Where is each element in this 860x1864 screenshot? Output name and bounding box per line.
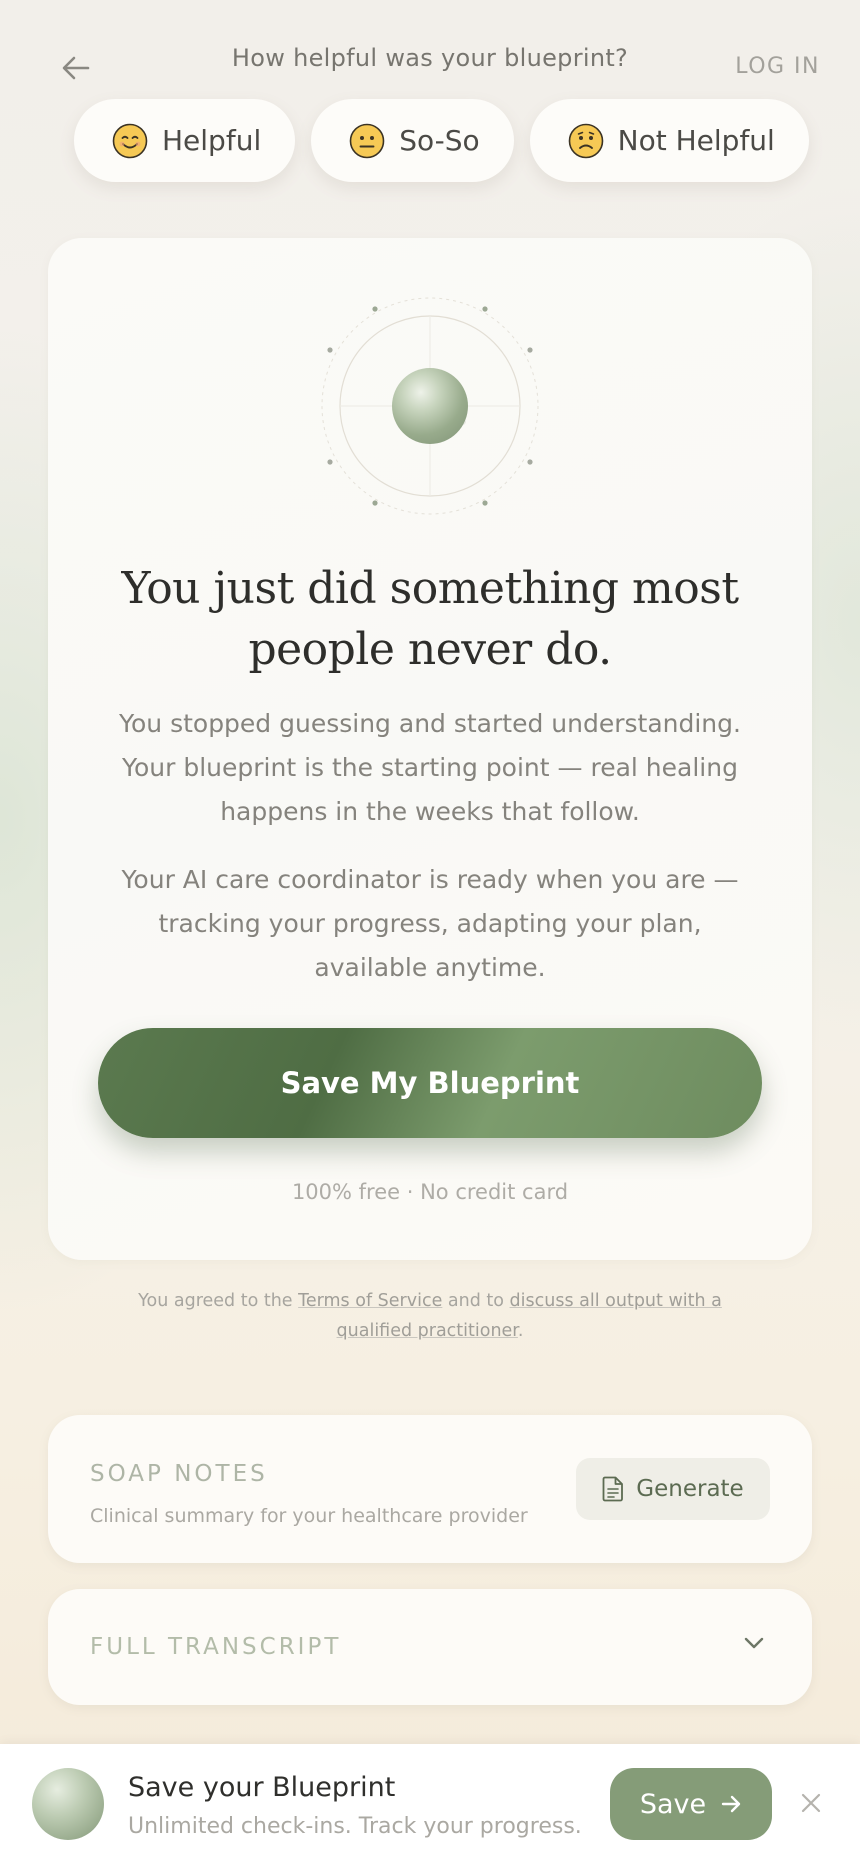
- arrow-right-icon: [721, 1795, 741, 1813]
- terms-prefix: You agreed to the: [138, 1291, 299, 1311]
- orb-illustration: [320, 296, 540, 516]
- feedback-options: Helpful So-So Not Helpful: [74, 99, 809, 182]
- document-icon: [602, 1476, 624, 1502]
- card-body-paragraph-1: You stopped guessing and started underst…: [119, 709, 741, 826]
- terms-of-service-link[interactable]: Terms of Service: [298, 1291, 442, 1311]
- save-banner: Save your Blueprint Unlimited check-ins.…: [0, 1744, 860, 1864]
- feedback-question: How helpful was your blueprint?: [231, 44, 629, 72]
- soap-notes-title: SOAP NOTES: [90, 1461, 268, 1487]
- card-headline: You just did something most people never…: [121, 563, 739, 675]
- card-body-paragraph-2: Your AI care coordinator is ready when y…: [121, 865, 739, 982]
- frowning-face-icon: [568, 123, 603, 158]
- feedback-soso-label: So-So: [399, 124, 480, 157]
- neutral-face-icon: [349, 123, 385, 158]
- smiling-face-icon: [112, 123, 148, 158]
- full-transcript-title: FULL TRANSCRIPT: [90, 1634, 342, 1660]
- feedback-not-helpful-label: Not Helpful: [617, 124, 775, 157]
- soap-notes-card: SOAP NOTES Clinical summary for your hea…: [48, 1415, 812, 1563]
- feedback-soso-button[interactable]: So-So: [311, 99, 514, 182]
- feedback-helpful-label: Helpful: [162, 124, 262, 157]
- login-link[interactable]: LOG IN: [735, 54, 820, 79]
- generate-button[interactable]: Generate: [576, 1458, 770, 1520]
- chevron-down-icon: [744, 1637, 764, 1649]
- soap-notes-subtitle: Clinical summary for your healthcare pro…: [90, 1505, 528, 1527]
- save-banner-button[interactable]: Save: [610, 1768, 772, 1840]
- feedback-helpful-button[interactable]: Helpful: [74, 99, 296, 182]
- terms-middle: and to: [442, 1291, 510, 1311]
- terms-suffix: .: [517, 1321, 524, 1341]
- feedback-not-helpful-button[interactable]: Not Helpful: [529, 99, 809, 182]
- free-note: 100% free · No credit card: [291, 1180, 569, 1204]
- full-transcript-toggle[interactable]: FULL TRANSCRIPT: [48, 1589, 812, 1705]
- save-banner-title: Save your Blueprint: [128, 1772, 396, 1803]
- save-banner-subtitle: Unlimited check-ins. Track your progress…: [128, 1814, 588, 1839]
- close-icon: [801, 1793, 821, 1813]
- save-banner-button-label: Save: [639, 1788, 707, 1820]
- orb-avatar: [32, 1768, 104, 1840]
- save-blueprint-button[interactable]: Save My Blueprint: [98, 1028, 762, 1138]
- close-banner-button[interactable]: [796, 1788, 826, 1818]
- generate-label: Generate: [636, 1476, 744, 1502]
- terms-notice: You agreed to the Terms of Service and t…: [120, 1286, 740, 1346]
- blueprint-card: You just did something most people never…: [48, 238, 812, 1260]
